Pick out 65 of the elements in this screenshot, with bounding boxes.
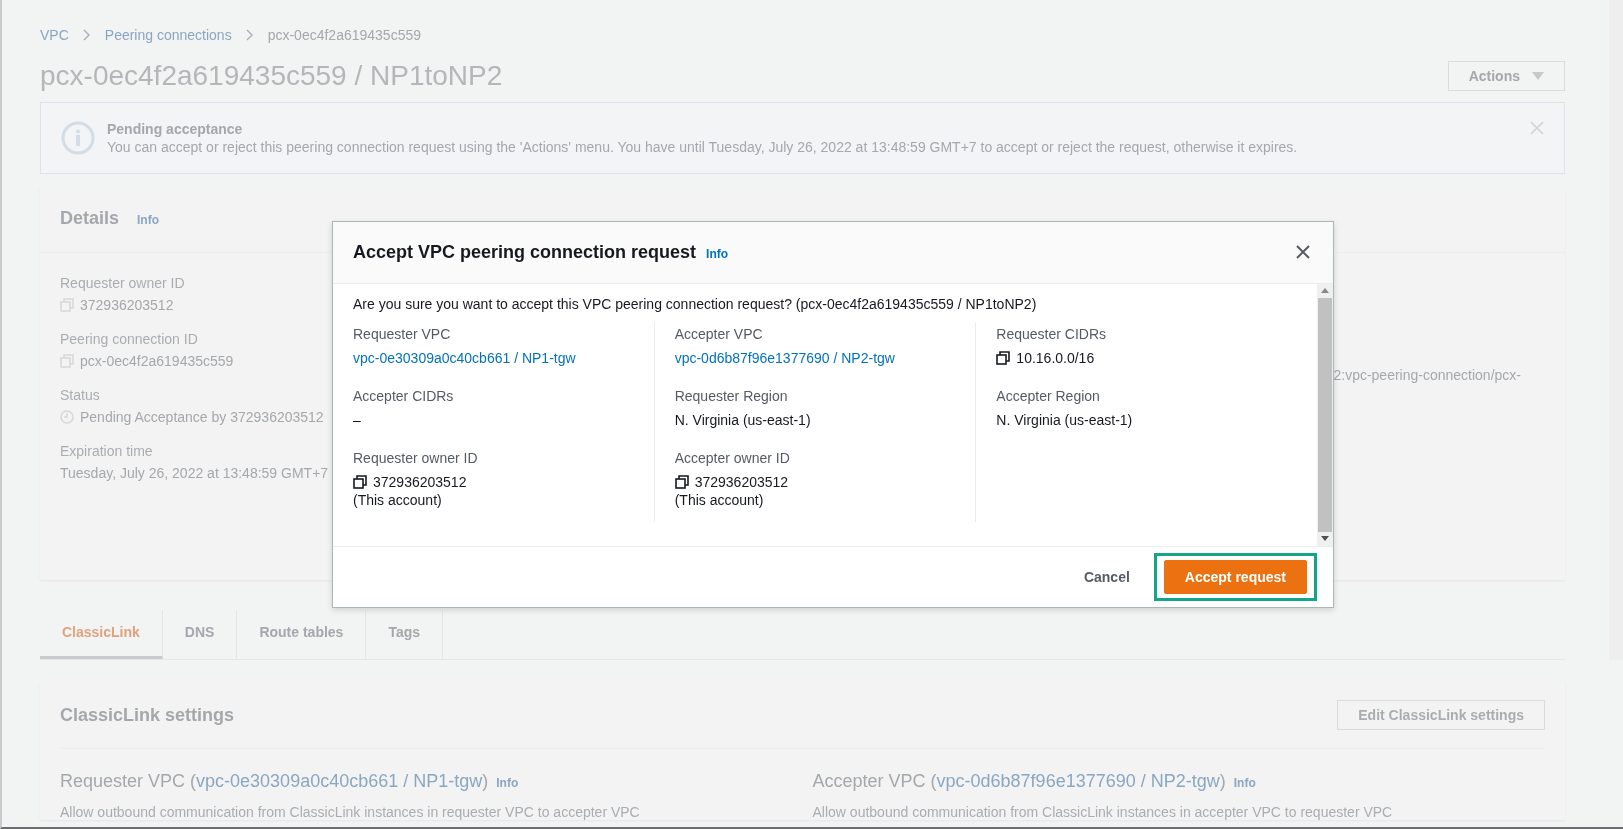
alert-title: Pending acceptance [107,121,244,137]
field-value: 372936203512 [80,297,174,313]
field-label: Accepter Region [996,388,1101,404]
tab[interactable]: ClassicLink [40,610,163,659]
field-value: 2:vpc-peering-connection/pcx- [1333,367,1521,385]
scroll-up-icon[interactable] [1321,288,1329,294]
field-value: N. Virginia (us-east-1) [996,412,1134,428]
breadcrumb-current: pcx-0ec4f2a619435c559 [267,27,421,43]
panel-title: Requester VPC ( [60,771,197,791]
field-label: Accepter CIDRs [353,388,455,404]
breadcrumb-link[interactable]: Peering connections [104,27,232,43]
copy-icon[interactable] [353,475,367,489]
field-note: (This account) [674,492,765,508]
field-value: 372936203512 [373,474,467,490]
clock-icon [60,410,74,424]
actions-button[interactable]: Actions [1447,61,1565,91]
panel-description: Allow outbound communication from ClassicLink instances in accepter VPC to requester VPC [812,804,1394,820]
field-value: – [353,412,362,428]
chevron-icon [245,29,254,41]
field-value: 10.16.0.0/16 [1016,350,1095,366]
page-title: pcx-0ec4f2a619435c559 / NP1toNP2 [40,60,503,92]
vpc-link[interactable]: vpc-0d6b87f96e1377690 / NP2-tgw [936,771,1220,791]
panel-title: ) [482,771,489,791]
field-label: Expiration time [60,443,154,459]
cancel-button[interactable]: Cancel [1079,561,1134,593]
field-value: 372936203512 [694,474,789,490]
copy-icon[interactable] [674,475,689,489]
vpc-link[interactable]: vpc-0d6b87f96e1377690 / NP2-tgw [674,350,895,366]
copy-icon[interactable] [996,351,1011,365]
panel-title: Accepter VPC ( [812,771,937,791]
field-label: Requester VPC [353,326,452,342]
chevron-icon [82,29,91,41]
tab[interactable]: Tags [366,610,444,659]
tab[interactable]: DNS [162,610,238,659]
vpc-link[interactable]: vpc-0e30309a0c40cb661 / NP1-tgw [353,350,576,366]
field-label: Status [60,387,101,403]
vpc-link[interactable]: vpc-0e30309a0c40cb661 / NP1-tgw [196,771,483,791]
modal-title: Accept VPC peering connection request [353,242,697,263]
field-label: Requester owner ID [353,450,479,466]
confirmation-text: Are you sure you want to accept this VPC peering connection request? (pcx-0ec4f2a619435c559 / NP1toNP2) [353,296,1038,312]
info-link[interactable]: Info [1233,776,1256,790]
caret-icon [1532,71,1544,81]
panel-description: Allow outbound communication from ClassicLink instances in requester VPC to accepter VPC [60,804,641,820]
field-label: Accepter owner ID [674,450,791,466]
breadcrumb-link[interactable]: VPC [40,27,69,43]
field-label: Requester owner ID [60,275,186,291]
card-title: ClassicLink settings [60,704,235,726]
tab[interactable]: Route tables [237,610,367,659]
field-note: (This account) [353,492,443,508]
field-label: Accepter VPC [674,326,764,342]
close-icon[interactable] [1295,244,1311,260]
info-link[interactable]: Info [137,213,160,227]
field-label: Peering connection ID [60,331,199,347]
panel-title: ) [1219,771,1226,791]
alert-message: You can accept or reject this peering connection request using the 'Actions' menu. You have until Tuesday, July 26, 2022 at 13:48:59 GMT+7 to accept or reject the request, otherwise it expires. [107,139,1299,155]
accept-button[interactable]: Accept request [1163,560,1307,594]
card-title: Details [60,208,120,229]
info-icon [61,121,95,155]
info-link[interactable]: Info [706,247,729,261]
field-label: Requester Region [674,388,789,404]
edit-button[interactable]: Edit ClassicLink settings [1337,700,1545,730]
field-value: N. Virginia (us-east-1) [674,412,812,428]
field-label: Requester CIDRs [996,326,1108,342]
info-link[interactable]: Info [496,776,519,790]
scroll-down-icon[interactable] [1321,536,1329,542]
